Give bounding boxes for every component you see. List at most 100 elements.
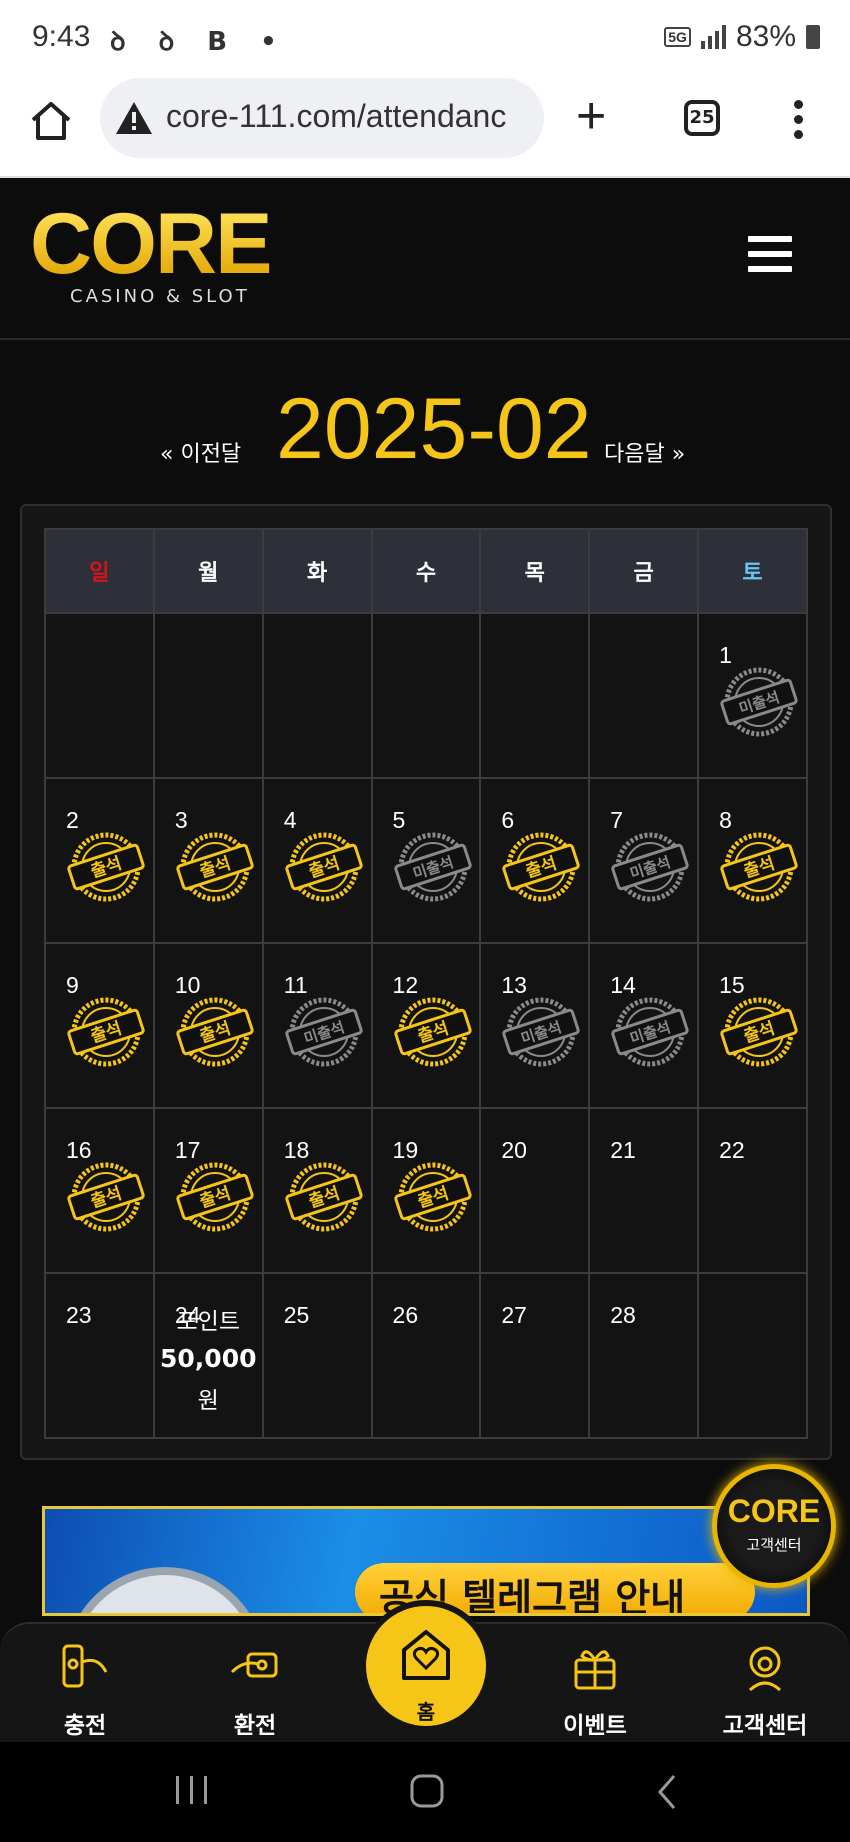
nav-support[interactable]: 고객센터 <box>690 1642 840 1740</box>
floating-support-label: 고객센터 <box>746 1536 802 1554</box>
calendar-day-cell-thu[interactable]: 27 <box>479 1272 591 1439</box>
calendar-day-cell-tue[interactable]: 11 미출석 <box>261 942 373 1109</box>
calendar-day-cell-fri[interactable]: 28 <box>588 1272 700 1439</box>
calendar-day-cell-wed[interactable]: 5 미출석 <box>370 777 482 944</box>
nav-home-button[interactable]: 홈 <box>360 1600 492 1732</box>
calendar-day-cell-thu <box>479 612 591 779</box>
reward-label: 포인트 <box>176 1309 240 1335</box>
calendar-day-cell-sat[interactable]: 8 출석 <box>697 777 808 944</box>
attended-stamp-icon: 출석 <box>176 832 254 902</box>
missed-stamp-icon: 미출석 <box>285 997 363 1067</box>
calendar-week-row: 1 미출석 <box>44 612 808 779</box>
home-heart-icon <box>402 1630 450 1680</box>
home-system-icon[interactable] <box>408 1772 448 1816</box>
calendar-day-cell-sat[interactable]: 1 미출석 <box>697 612 808 779</box>
weekday-fri: 금 <box>588 528 700 614</box>
status-right: 5G 83% <box>664 20 820 54</box>
reward-info: 포인트 50,000 원 <box>155 1302 262 1415</box>
calendar-body: 1 미출석 2 출석 3 출석 4 출석 5 미출석 6 출석 7 미출석 8 출석 9 출석 10 출석 11 미출석 1… <box>44 612 808 1439</box>
calendar-day-cell-mon[interactable]: 10 출석 <box>152 942 264 1109</box>
battery-icon <box>806 25 820 49</box>
site-header: CORE CASINO & SLOT <box>0 180 850 340</box>
calendar-day-cell-mon[interactable]: 포인트 50,000 원 24 <box>152 1272 264 1439</box>
weekday-tue: 화 <box>261 528 373 614</box>
next-month-link[interactable]: 다음달 » <box>604 436 685 468</box>
calendar-day-cell-sun[interactable]: 23 <box>44 1272 155 1439</box>
attended-stamp-icon: 출석 <box>67 832 145 902</box>
nav-deposit[interactable]: 충전 <box>10 1642 160 1740</box>
calendar-day-cell-tue <box>261 612 373 779</box>
calendar-day-cell-wed[interactable]: 26 <box>370 1272 482 1439</box>
weekday-mon: 월 <box>152 528 264 614</box>
calendar-week-row: 16 출석 17 출석 18 출석 19 출석 20 21 22 <box>44 1107 808 1274</box>
month-navigation: « 이전달 2025-02 다음달 » <box>0 380 850 480</box>
logo-wordmark: CORE <box>30 196 272 292</box>
attendance-calendar: 일 월 화 수 목 금 토 1 미출석 2 출석 3 출석 4 출석 5 미출석 6 출석 7 미출석 8 출… <box>20 504 832 1460</box>
hamburger-menu-icon[interactable] <box>748 236 792 281</box>
browser-home-icon[interactable] <box>28 98 74 144</box>
calendar-day-cell-fri[interactable]: 7 미출석 <box>588 777 700 944</box>
calendar-day-cell-sat[interactable]: 15 출석 <box>697 942 808 1109</box>
calendar-day-cell-sun[interactable]: 16 출석 <box>44 1107 155 1274</box>
attended-stamp-icon: 출석 <box>285 1162 363 1232</box>
day-number: 28 <box>610 1302 636 1328</box>
status-bar: 9:43 ꝺ ꝺ B • 5G 83% <box>0 0 850 78</box>
floating-support-button[interactable]: CORE 고객센터 <box>712 1464 836 1588</box>
calendar-day-cell-thu[interactable]: 20 <box>479 1107 591 1274</box>
site-logo[interactable]: CORE CASINO & SLOT <box>30 196 272 307</box>
missed-stamp-icon: 미출석 <box>611 832 689 902</box>
calendar-day-cell-sun[interactable]: 2 출석 <box>44 777 155 944</box>
calendar-day-cell-fri[interactable]: 14 미출석 <box>588 942 700 1109</box>
missed-stamp-icon: 미출석 <box>393 832 472 902</box>
calendar-day-cell-tue[interactable]: 4 출석 <box>261 777 373 944</box>
attended-stamp-icon: 출석 <box>720 832 798 902</box>
weekday-wed: 수 <box>370 528 482 614</box>
calendar-day-cell-sat[interactable]: 22 <box>697 1107 808 1274</box>
missed-stamp-icon: 미출석 <box>720 667 798 737</box>
calendar-day-cell-tue[interactable]: 18 출석 <box>261 1107 373 1274</box>
day-number: 21 <box>610 1137 636 1163</box>
attended-stamp-icon: 출석 <box>285 832 363 902</box>
nav-deposit-label: 충전 <box>63 1713 107 1739</box>
calendar-day-cell-thu[interactable]: 6 출석 <box>479 777 591 944</box>
telegram-logo-icon <box>65 1567 265 1613</box>
nav-home-label: 홈 <box>416 1700 436 1724</box>
browser-toolbar: core-111.com/attendanc + 25 <box>0 78 850 178</box>
day-number: 22 <box>719 1137 745 1163</box>
calendar-day-cell-mon[interactable]: 3 출석 <box>152 777 264 944</box>
floating-support-logo: CORE <box>727 1493 821 1529</box>
new-tab-plus-icon[interactable]: + <box>576 90 606 142</box>
missed-stamp-icon: 미출석 <box>611 997 689 1067</box>
calendar-day-cell-sun[interactable]: 9 출석 <box>44 942 155 1109</box>
tab-switcher-button[interactable]: 25 <box>684 100 720 136</box>
calendar-day-cell-thu[interactable]: 13 미출석 <box>479 942 591 1109</box>
nav-exchange[interactable]: 환전 <box>180 1642 330 1740</box>
calendar-day-cell-mon[interactable]: 17 출석 <box>152 1107 264 1274</box>
calendar-day-cell-wed[interactable]: 12 출석 <box>370 942 482 1109</box>
back-icon[interactable] <box>652 1772 682 1816</box>
day-number: 24 <box>174 1302 201 1328</box>
attended-stamp-icon: 출석 <box>393 997 472 1067</box>
weekday-header-row: 일 월 화 수 목 금 토 <box>44 528 808 614</box>
calendar-day-cell-fri[interactable]: 21 <box>588 1107 700 1274</box>
browser-menu-icon[interactable] <box>794 100 806 145</box>
url-text[interactable]: core-111.com/attendanc <box>166 98 536 135</box>
prev-month-link[interactable]: « 이전달 <box>160 436 241 468</box>
calendar-day-cell-wed <box>370 612 482 779</box>
weekday-sat: 토 <box>697 528 808 614</box>
nav-event-label: 이벤트 <box>563 1713 627 1739</box>
nav-event[interactable]: 이벤트 <box>520 1642 670 1740</box>
attended-stamp-icon: 출석 <box>502 832 581 902</box>
calendar-day-cell-wed[interactable]: 19 출석 <box>370 1107 482 1274</box>
calendar-table: 일 월 화 수 목 금 토 1 미출석 2 출석 3 출석 4 출석 5 미출석 6 출석 7 미출석 8 출… <box>44 528 808 1439</box>
calendar-day-cell-tue[interactable]: 25 <box>261 1272 373 1439</box>
gift-icon <box>574 1650 616 1690</box>
attended-stamp-icon: 출석 <box>176 997 254 1067</box>
notification-icons: ꝺ ꝺ B • <box>110 27 289 57</box>
not-secure-warning-icon[interactable] <box>114 100 154 140</box>
recent-apps-icon[interactable] <box>172 1772 212 1812</box>
reward-unit: 원 <box>197 1388 219 1414</box>
calendar-week-row: 9 출석 10 출석 11 미출석 12 출석 13 미출석 14 미출석 15 출석 <box>44 942 808 1109</box>
android-navigation-bar <box>0 1742 850 1842</box>
address-bar[interactable]: core-111.com/attendanc <box>100 78 544 158</box>
